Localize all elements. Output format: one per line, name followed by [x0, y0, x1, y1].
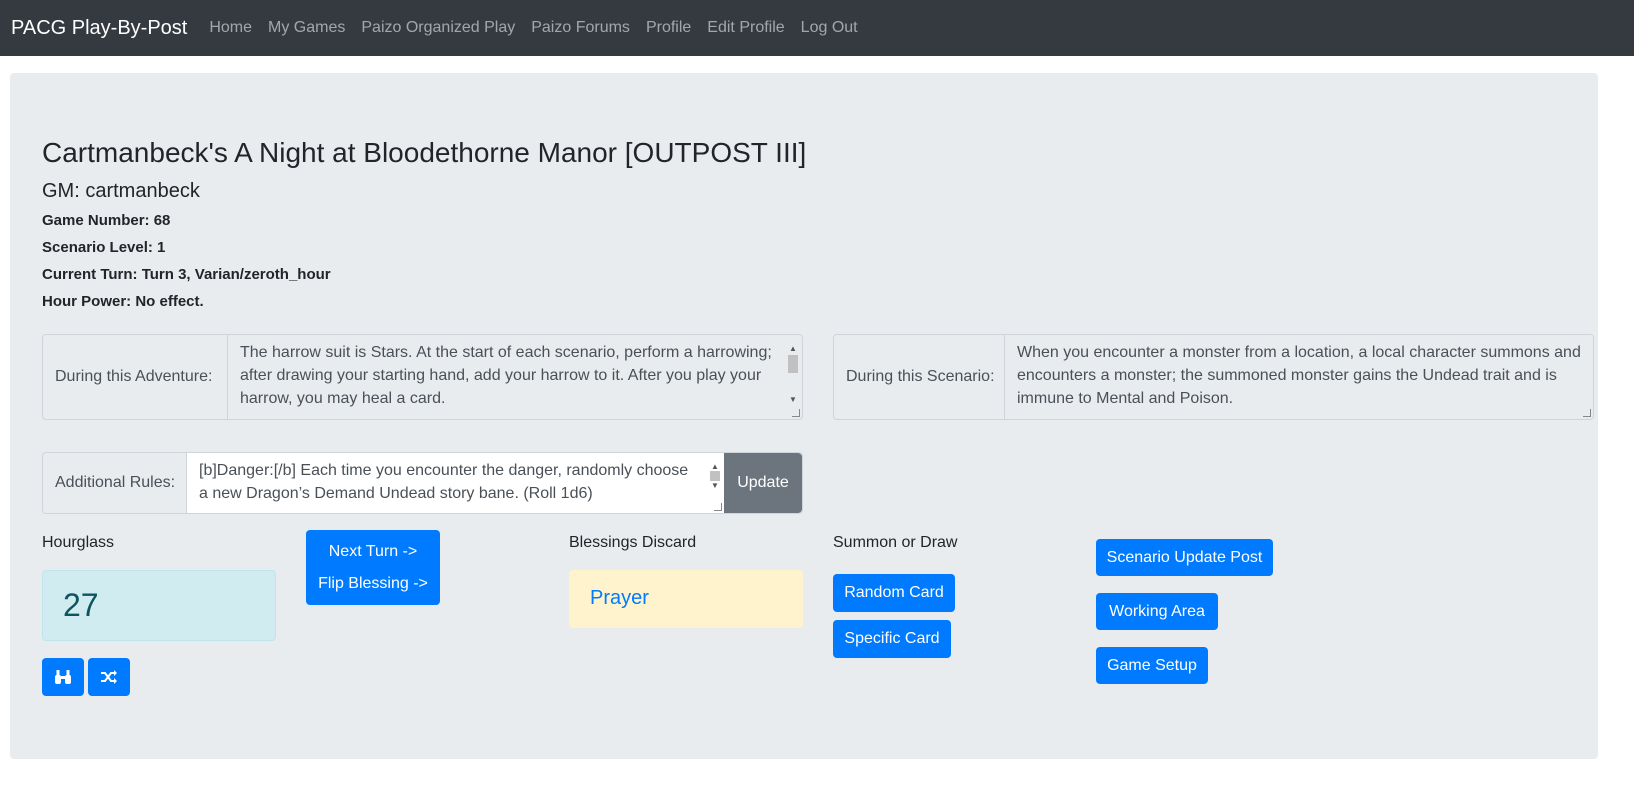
page-title: Cartmanbeck's A Night at Bloodethorne Ma…	[42, 137, 807, 168]
additional-label: Additional Rules:	[43, 453, 187, 513]
current-turn: Current Turn: Turn 3, Varian/zeroth_hour	[42, 266, 331, 283]
shuffle-icon	[101, 670, 117, 684]
nav-home[interactable]: Home	[201, 19, 260, 37]
hourglass-label: Hourglass	[42, 534, 115, 551]
update-button[interactable]: Update	[724, 453, 802, 513]
nav-profile[interactable]: Profile	[638, 19, 699, 37]
adventure-text[interactable]: The harrow suit is Stars. At the start o…	[228, 335, 802, 419]
scroll-thumb[interactable]	[788, 355, 798, 373]
hour-power: Hour Power: No effect.	[42, 293, 204, 310]
scenario-level: Scenario Level: 1	[42, 239, 166, 256]
nav-log-out[interactable]: Log Out	[793, 19, 866, 37]
resize-handle-icon[interactable]	[792, 409, 800, 417]
hourglass-value: 27	[63, 587, 99, 623]
binoculars-button[interactable]	[42, 658, 84, 696]
game-setup-button[interactable]: Game Setup	[1096, 647, 1208, 684]
working-area-button[interactable]: Working Area	[1096, 593, 1218, 630]
summon-label: Summon or Draw	[833, 534, 958, 551]
resize-handle-icon[interactable]	[714, 503, 722, 511]
adventure-text-content: The harrow suit is Stars. At the start o…	[240, 344, 772, 407]
additional-rules-group: Additional Rules: [b]Danger:[/b] Each ti…	[42, 452, 803, 514]
scenario-rules-group: During this Scenario: When you encounter…	[833, 334, 1594, 420]
nav-my-games[interactable]: My Games	[260, 19, 353, 37]
nav-edit-profile[interactable]: Edit Profile	[699, 19, 792, 37]
scenario-text-content: When you encounter a monster from a loca…	[1017, 344, 1581, 407]
scenario-text[interactable]: When you encounter a monster from a loca…	[1005, 335, 1593, 419]
adventure-scrollbar[interactable]: ▲ ▼	[786, 337, 800, 417]
resize-handle-icon[interactable]	[1583, 409, 1591, 417]
scroll-down-icon[interactable]: ▼	[789, 388, 797, 411]
scenario-update-post-button[interactable]: Scenario Update Post	[1096, 539, 1273, 576]
top-navbar: PACG Play-By-Post Home My Games Paizo Or…	[0, 0, 1634, 56]
additional-rules-input[interactable]: [b]Danger:[/b] Each time you encounter t…	[187, 453, 724, 513]
adventure-label: During this Adventure:	[43, 335, 228, 419]
gm-name: GM: cartmanbeck	[42, 180, 200, 202]
random-card-button[interactable]: Random Card	[833, 574, 955, 612]
blessings-discard-box: Prayer	[569, 570, 803, 628]
scroll-down-icon[interactable]: ▼	[711, 474, 719, 497]
game-number: Game Number: 68	[42, 212, 171, 229]
blessing-card-link[interactable]: Prayer	[590, 587, 649, 610]
turn-controls: Next Turn -> Flip Blessing ->	[306, 530, 440, 605]
shuffle-button[interactable]	[88, 658, 130, 696]
flip-blessing-button[interactable]: Flip Blessing ->	[318, 575, 428, 593]
binoculars-icon	[55, 670, 71, 684]
scenario-label: During this Scenario:	[834, 335, 1005, 419]
next-turn-button[interactable]: Next Turn ->	[329, 543, 417, 561]
nav-paizo-forums[interactable]: Paizo Forums	[523, 19, 638, 37]
additional-text-content: [b]Danger:[/b] Each time you encounter t…	[199, 462, 689, 502]
specific-card-button[interactable]: Specific Card	[833, 620, 951, 658]
blessings-label: Blessings Discard	[569, 534, 697, 551]
adventure-rules-group: During this Adventure: The harrow suit i…	[42, 334, 803, 420]
nav-organized-play[interactable]: Paizo Organized Play	[353, 19, 523, 37]
hourglass-counter: 27	[42, 570, 276, 641]
brand-logo[interactable]: PACG Play-By-Post	[11, 17, 187, 40]
